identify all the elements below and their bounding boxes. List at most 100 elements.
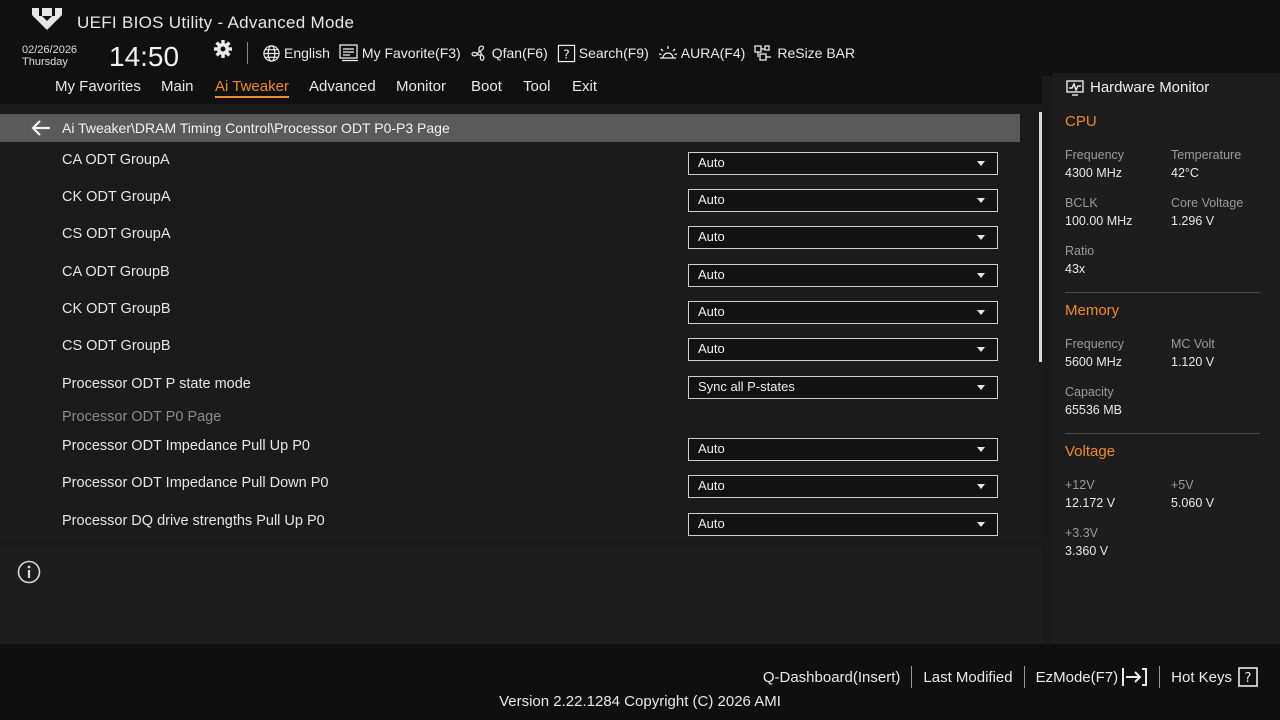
footer-links: Q-Dashboard(Insert) Last Modified EzMode… <box>763 666 1258 688</box>
toolbar: English My Favorite(F3) Qfan(F6) ? Searc… <box>262 42 864 64</box>
tab-advanced[interactable]: Advanced <box>309 78 376 95</box>
my-favorite-button[interactable]: My Favorite(F3) <box>339 44 461 62</box>
svg-text:?: ? <box>563 47 570 61</box>
date-display: 02/26/2026 Thursday <box>22 44 77 68</box>
tab-exit[interactable]: Exit <box>572 78 597 95</box>
tuf-logo-icon <box>32 8 62 30</box>
ezmode-label: EzMode(F7) <box>1035 668 1119 686</box>
capacity-label: Capacity <box>1065 385 1114 399</box>
mc-volt-value: 1.120 V <box>1171 355 1215 369</box>
globe-icon <box>263 44 280 62</box>
memory-frequency-value: 5600 MHz <box>1065 355 1122 369</box>
setting-label-p-state-mode[interactable]: Processor ODT P state mode <box>62 376 251 392</box>
setting-label-ck-odt-groupb[interactable]: CK ODT GroupB <box>62 301 171 317</box>
search-label: Search(F9) <box>578 45 649 61</box>
dropdown-value: Auto <box>698 267 725 282</box>
voltage-section-title: Voltage <box>1065 443 1116 460</box>
aura-label: AURA(F4) <box>680 45 746 61</box>
dropdown-ca-odt-groupb[interactable]: Auto <box>688 264 998 287</box>
copyright-text: Version 2.22.1284 Copyright (C) 2026 AMI <box>499 693 781 710</box>
setting-label-ck-odt-groupa[interactable]: CK ODT GroupA <box>62 189 171 205</box>
resize-bar-label: ReSize BAR <box>777 45 856 61</box>
dropdown-value: Auto <box>698 441 725 456</box>
v33-label: +3.3V <box>1065 526 1099 540</box>
dropdown-value: Auto <box>698 229 725 244</box>
dropdown-impedance-pull-up-p0[interactable]: Auto <box>688 438 998 461</box>
dropdown-value: Auto <box>698 341 725 356</box>
gear-icon[interactable] <box>213 39 233 59</box>
hardware-monitor-title: Hardware Monitor <box>1090 79 1210 96</box>
language-label: English <box>284 45 330 61</box>
dropdown-ck-odt-groupa[interactable]: Auto <box>688 189 998 212</box>
tab-ai-tweaker[interactable]: Ai Tweaker <box>215 78 289 98</box>
dropdown-value: Auto <box>698 155 725 170</box>
my-favorite-label: My Favorite(F3) <box>361 45 461 61</box>
cpu-temperature-label: Temperature <box>1171 148 1242 162</box>
app-title: UEFI BIOS Utility - Advanced Mode <box>77 13 355 32</box>
dropdown-ck-odt-groupb[interactable]: Auto <box>688 301 998 324</box>
section-divider <box>1065 292 1260 293</box>
qfan-button[interactable]: Qfan(F6) <box>470 44 548 63</box>
setting-label-impedance-pull-up-p0[interactable]: Processor ODT Impedance Pull Up P0 <box>62 438 310 454</box>
monitor-icon <box>1066 80 1084 96</box>
date-text: 02/26/2026 <box>22 44 78 56</box>
dropdown-arrow-icon <box>977 161 985 166</box>
language-button[interactable]: English <box>262 44 330 63</box>
capacity-value: 65536 MB <box>1065 403 1122 417</box>
dropdown-cs-odt-groupb[interactable]: Auto <box>688 338 998 361</box>
hardware-monitor-panel: Hardware Monitor CPU Frequency 4300 MHz … <box>1053 73 1280 644</box>
dropdown-value: Sync all P-states <box>698 379 795 394</box>
footer-divider <box>1023 666 1025 688</box>
hot-keys-button[interactable]: Hot Keys ? <box>1171 667 1258 687</box>
setting-label-cs-odt-groupb[interactable]: CS ODT GroupB <box>62 338 171 354</box>
help-search-icon: ? <box>557 44 575 62</box>
setting-label-ca-odt-groupb[interactable]: CA ODT GroupB <box>62 264 170 280</box>
dropdown-p-state-mode[interactable]: Sync all P-states <box>688 376 998 399</box>
clock-time[interactable]: 14:50 <box>109 41 179 73</box>
settings-scrollbar[interactable] <box>1039 112 1042 362</box>
back-arrow-icon[interactable] <box>31 119 51 137</box>
dropdown-arrow-icon <box>977 347 985 352</box>
tab-main[interactable]: Main <box>161 78 194 95</box>
footer-divider <box>911 666 913 688</box>
tab-boot[interactable]: Boot <box>471 78 502 95</box>
tab-tool[interactable]: Tool <box>523 78 551 95</box>
settings-panel: Ai Tweaker\DRAM Timing Control\Processor… <box>0 104 1042 542</box>
setting-label-impedance-pull-down-p0[interactable]: Processor ODT Impedance Pull Down P0 <box>62 475 329 491</box>
q-dashboard-button[interactable]: Q-Dashboard(Insert) <box>763 669 901 686</box>
setting-label-cs-odt-groupa[interactable]: CS ODT GroupA <box>62 226 171 242</box>
v12-label: +12V <box>1065 478 1095 492</box>
search-button[interactable]: ? Search(F9) <box>557 44 649 63</box>
dropdown-value: Auto <box>698 192 725 207</box>
cpu-frequency-value: 4300 MHz <box>1065 166 1122 180</box>
dropdown-dq-drive-pull-up-p0[interactable]: Auto <box>688 513 998 536</box>
dropdown-impedance-pull-down-p0[interactable]: Auto <box>688 475 998 498</box>
setting-label-dq-drive-pull-up-p0[interactable]: Processor DQ drive strengths Pull Up P0 <box>62 513 325 529</box>
memory-frequency-label: Frequency <box>1065 337 1125 351</box>
core-voltage-label: Core Voltage <box>1171 196 1244 210</box>
tab-monitor[interactable]: Monitor <box>396 78 446 95</box>
aura-button[interactable]: AURA(F4) <box>658 44 746 62</box>
svg-text:?: ? <box>1245 671 1252 686</box>
bclk-label: BCLK <box>1065 196 1098 210</box>
dropdown-value: Auto <box>698 304 725 319</box>
setting-label-ca-odt-groupa[interactable]: CA ODT GroupA <box>62 152 170 168</box>
dropdown-arrow-icon <box>977 522 985 527</box>
main-nav: My Favorites Main Ai Tweaker Advanced Mo… <box>0 76 1042 104</box>
dropdown-cs-odt-groupa[interactable]: Auto <box>688 226 998 249</box>
qfan-label: Qfan(F6) <box>491 45 548 61</box>
dropdown-arrow-icon <box>977 484 985 489</box>
resize-bar-button[interactable]: ReSize BAR <box>754 44 855 62</box>
resize-bar-icon <box>754 45 772 61</box>
core-voltage-value: 1.296 V <box>1171 214 1215 228</box>
last-modified-button[interactable]: Last Modified <box>923 669 1012 686</box>
ezmode-button[interactable]: EzMode(F7) <box>1036 667 1149 687</box>
weekday-text: Thursday <box>22 56 68 68</box>
mc-volt-label: MC Volt <box>1171 337 1215 351</box>
v5-value: 5.060 V <box>1171 496 1215 510</box>
section-divider <box>1065 433 1260 434</box>
tab-my-favorites[interactable]: My Favorites <box>55 78 141 95</box>
dropdown-ca-odt-groupa[interactable]: Auto <box>688 152 998 175</box>
dropdown-arrow-icon <box>977 385 985 390</box>
dropdown-arrow-icon <box>977 310 985 315</box>
